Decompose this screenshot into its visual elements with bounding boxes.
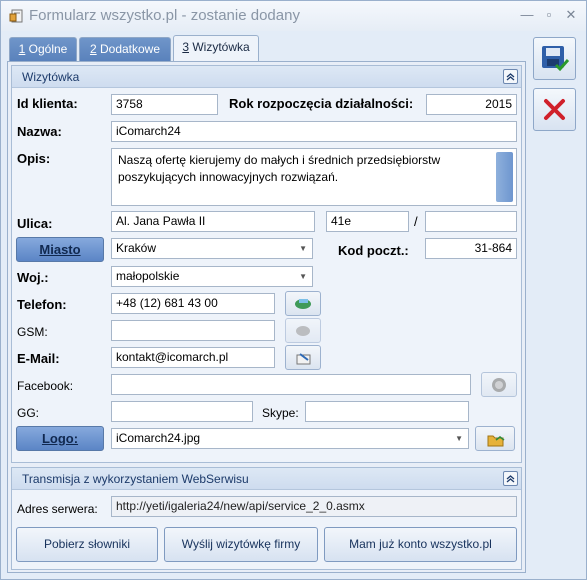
group-title: Wizytówka	[22, 70, 80, 84]
woj-value: małopolskie	[116, 269, 180, 283]
facebook-open-button[interactable]	[481, 372, 517, 397]
nr-domu-field[interactable]: 41e	[326, 211, 409, 232]
form-window: Formularz wszystko.pl - zostanie dodany …	[0, 0, 587, 580]
group-header: Wizytówka	[12, 66, 521, 88]
open-logo-button[interactable]	[475, 426, 515, 451]
window-title: Formularz wszystko.pl - zostanie dodany	[29, 7, 300, 24]
tab-ogolne[interactable]: 1 Ogólne	[9, 37, 77, 61]
maximize-icon[interactable]: ▫	[539, 6, 559, 24]
phone-call-button[interactable]	[285, 291, 321, 316]
gsm-label: GSM:	[17, 325, 48, 339]
chevron-down-icon: ▼	[299, 272, 307, 281]
telefon-label: Telefon:	[17, 297, 67, 312]
minimize-icon[interactable]: —	[517, 6, 537, 24]
save-icon	[542, 46, 570, 72]
ulica-field[interactable]: Al. Jana Pawła II	[111, 211, 315, 232]
cancel-icon	[544, 99, 565, 120]
kod-field[interactable]: 31-864	[425, 238, 517, 259]
ulica-label: Ulica:	[17, 216, 53, 231]
collapse-up-icon[interactable]	[503, 69, 518, 84]
gsm-call-button[interactable]	[285, 318, 321, 343]
logo-value: iComarch24.jpg	[116, 431, 201, 445]
nazwa-field[interactable]: iComarch24	[111, 121, 517, 142]
opis-text: Naszą ofertę kierujemy do małych i średn…	[118, 153, 441, 184]
miasto-value: Kraków	[116, 241, 157, 255]
tab-label: Wizytówka	[189, 40, 250, 54]
logo-combo[interactable]: iComarch24.jpg ▼	[111, 428, 469, 449]
tab-number: 2	[89, 42, 97, 56]
gg-label: GG:	[17, 406, 40, 420]
email-icon	[296, 353, 311, 365]
tab-number: 3	[182, 40, 189, 54]
kod-label: Kod poczt.:	[338, 243, 409, 258]
opis-textarea[interactable]: Naszą ofertę kierujemy do małych i średn…	[111, 148, 517, 206]
email-field[interactable]: kontakt@icomarch.pl	[111, 347, 275, 368]
nr-lokalu-field[interactable]	[425, 211, 517, 232]
gg-field[interactable]	[111, 401, 253, 422]
facebook-field[interactable]	[111, 374, 471, 395]
email-label: E-Mail:	[17, 351, 60, 366]
cancel-button[interactable]	[533, 88, 576, 131]
title-bar: Formularz wszystko.pl - zostanie dodany …	[1, 1, 586, 31]
globe-icon	[492, 378, 506, 392]
logo-button-label: Logo:	[41, 431, 79, 446]
mobile-phone-icon	[296, 326, 310, 336]
rok-field[interactable]: 2015	[426, 94, 517, 115]
opis-label: Opis:	[17, 151, 51, 166]
tab-wizytowka[interactable]: 3 Wizytówka	[173, 35, 259, 62]
rok-label: Rok rozpoczęcia działalności:	[229, 96, 414, 111]
close-window-icon[interactable]: ✕	[561, 6, 581, 24]
nazwa-label: Nazwa:	[17, 124, 62, 139]
id-klienta-label: Id klienta:	[17, 96, 78, 111]
facebook-label: Facebook:	[17, 379, 74, 393]
phone-icon	[295, 299, 311, 309]
slash-separator: /	[414, 214, 418, 229]
tab-label: Dodatkowe	[96, 42, 161, 56]
app-icon	[9, 9, 23, 23]
adres-serwera-label: Adres serwera:	[17, 502, 98, 516]
logo-button[interactable]: Logo:	[16, 426, 104, 451]
group-title: Transmisja z wykorzystaniem WebSerwisu	[22, 472, 249, 486]
miasto-combo[interactable]: Kraków ▼	[111, 238, 313, 259]
miasto-button-label: Miasto	[39, 242, 81, 257]
miasto-button[interactable]: Miasto	[16, 237, 104, 262]
woj-combo[interactable]: małopolskie ▼	[111, 266, 313, 287]
gsm-field[interactable]	[111, 320, 275, 341]
woj-label: Woj.:	[17, 270, 49, 285]
skype-label: Skype:	[262, 406, 299, 420]
id-klienta-field[interactable]: 3758	[111, 94, 218, 115]
group-header: Transmisja z wykorzystaniem WebSerwisu	[12, 468, 521, 490]
adres-serwera-field[interactable]: http://yeti/igaleria24/new/api/service_2…	[111, 496, 517, 517]
tab-label: Ogólne	[25, 42, 68, 56]
pobierz-slowniki-button[interactable]: Pobierz słowniki	[16, 527, 158, 562]
tab-content: Wizytówka Id klienta: 3758 Rok rozpoczęc…	[7, 61, 526, 573]
scrollbar[interactable]	[496, 152, 513, 202]
tab-dodatkowe[interactable]: 2 Dodatkowe	[79, 37, 171, 61]
send-email-button[interactable]	[285, 345, 321, 370]
save-button[interactable]	[533, 37, 576, 80]
wyslij-wizytowke-button[interactable]: Wyślij wizytówkę firmy	[164, 527, 318, 562]
chevron-down-icon: ▼	[455, 434, 463, 443]
collapse-up-icon[interactable]	[503, 471, 518, 486]
chevron-down-icon: ▼	[299, 244, 307, 253]
telefon-field[interactable]: +48 (12) 681 43 00	[111, 293, 275, 314]
skype-field[interactable]	[305, 401, 469, 422]
mam-konto-button[interactable]: Mam już konto wszystko.pl	[324, 527, 517, 562]
folder-icon	[487, 435, 505, 447]
